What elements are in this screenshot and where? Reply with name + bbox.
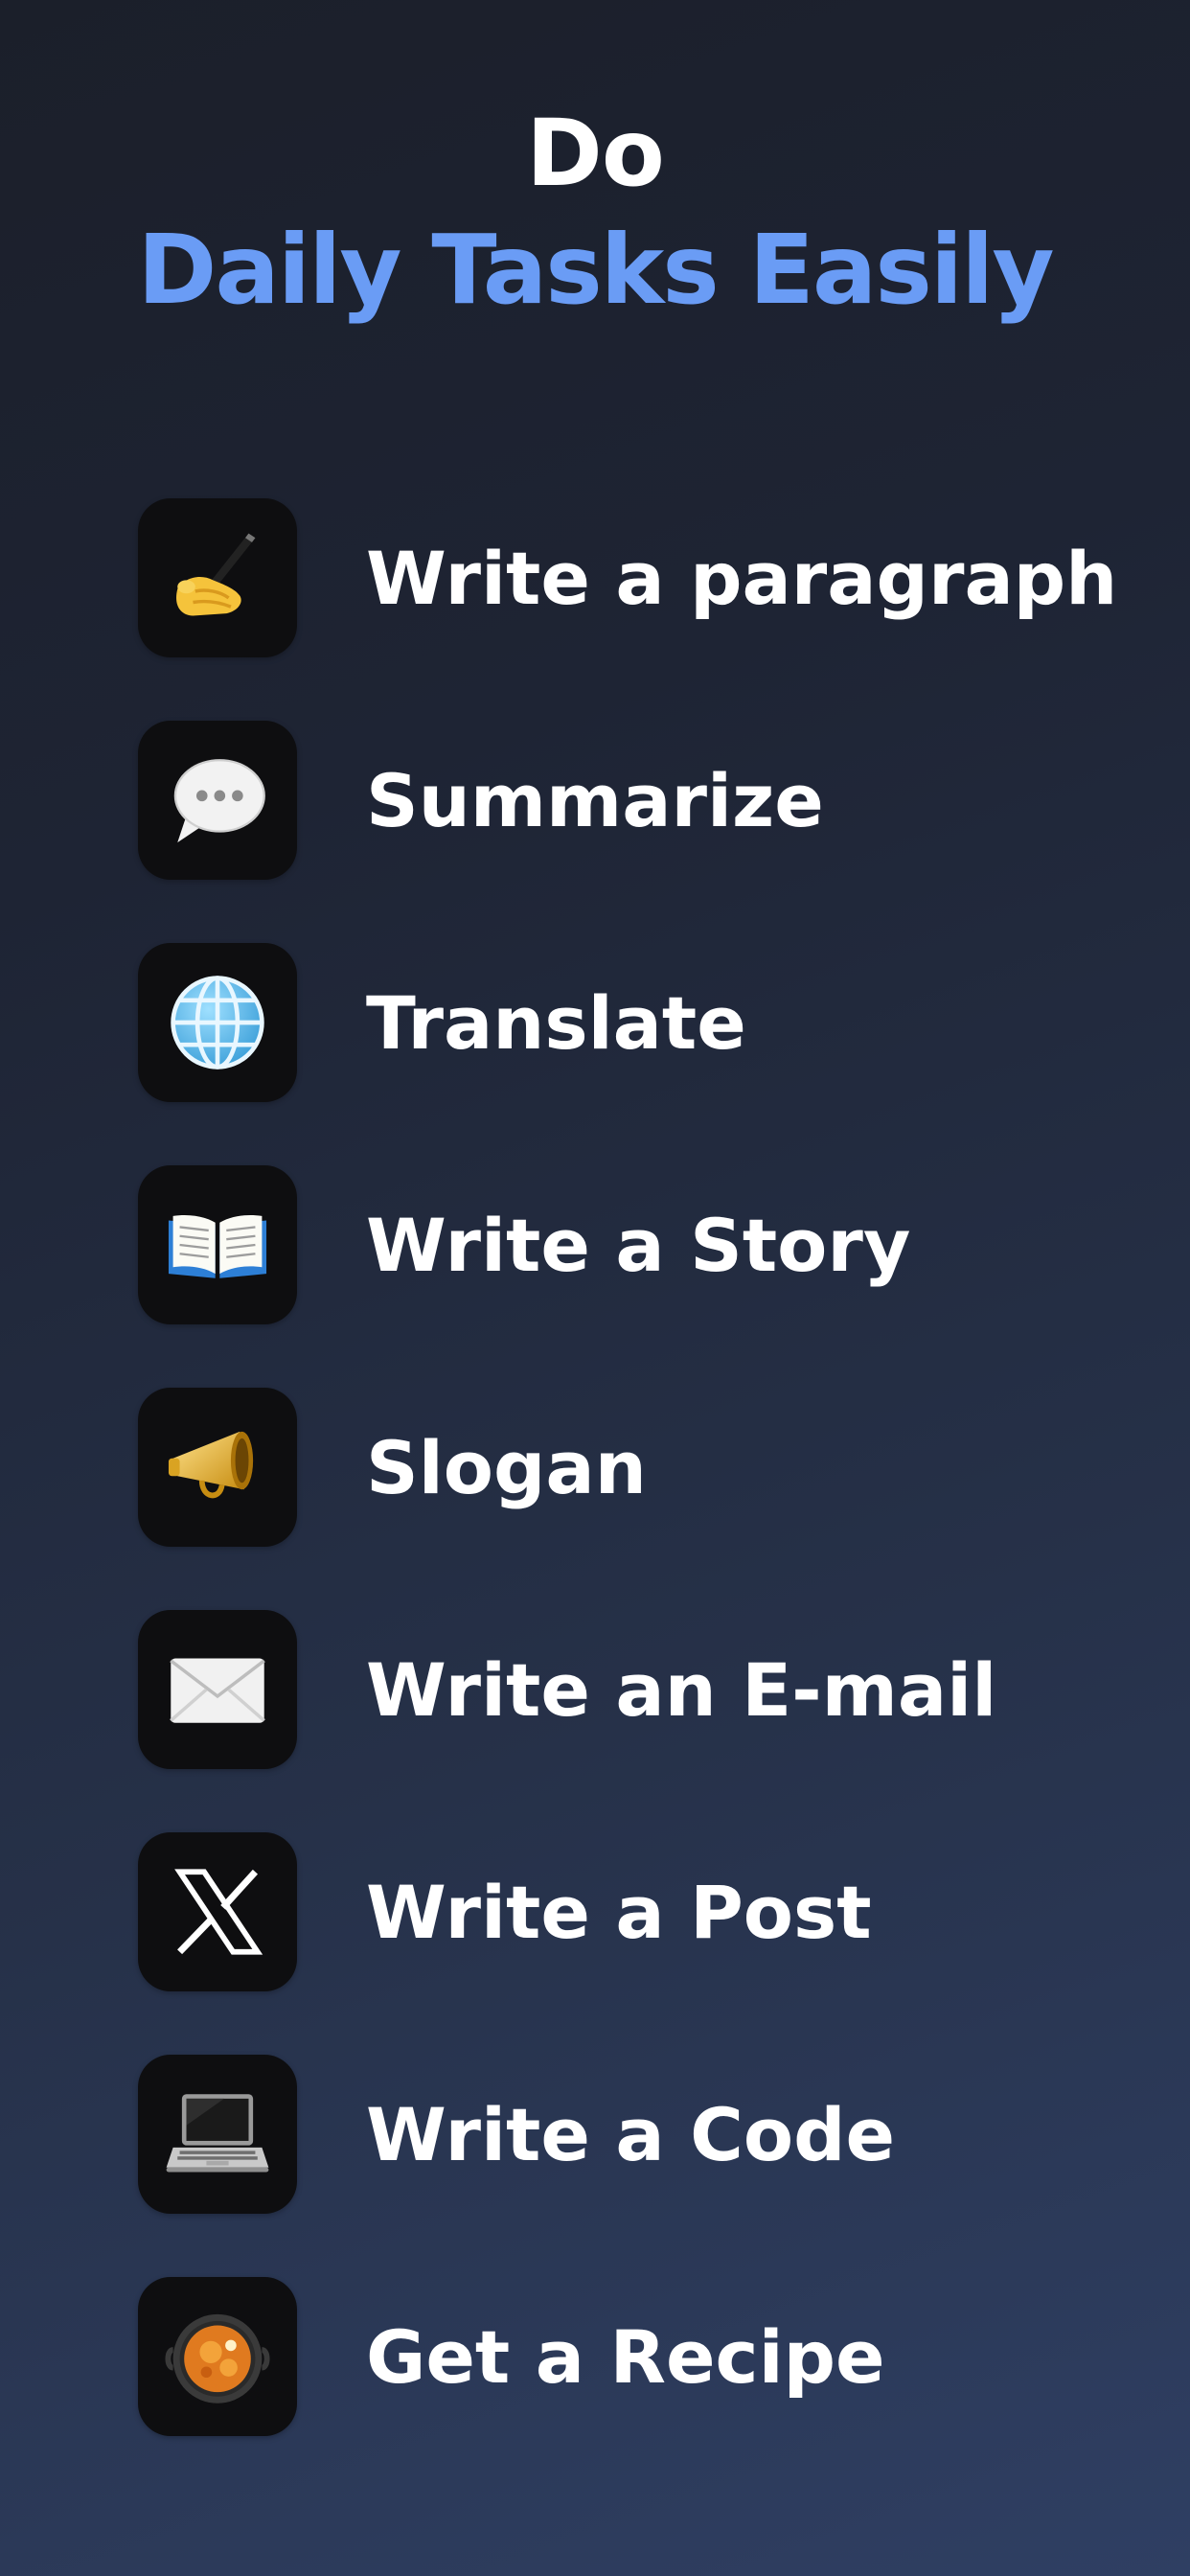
task-translate[interactable]: Translate	[138, 943, 1096, 1102]
task-label: Summarize	[366, 757, 824, 843]
task-write-code[interactable]: Write a Code	[138, 2055, 1096, 2214]
title-line-2: Daily Tasks Easily	[137, 214, 1054, 326]
task-label: Slogan	[366, 1424, 647, 1510]
megaphone-icon	[138, 1388, 297, 1547]
task-label: Write a paragraph	[366, 535, 1118, 621]
task-list: Write a paragraph Summarize Translate Wr…	[138, 498, 1117, 2499]
task-get-recipe[interactable]: Get a Recipe	[138, 2277, 1096, 2436]
open-book-icon	[138, 1165, 297, 1324]
speech-bubble-icon	[138, 721, 297, 880]
task-label: Write a Story	[366, 1202, 911, 1288]
header: Do Daily Tasks Easily	[0, 96, 1190, 330]
task-label: Write a Code	[366, 2091, 896, 2177]
task-label: Write a Post	[366, 1869, 872, 1955]
task-label: Get a Recipe	[366, 2313, 885, 2400]
task-slogan[interactable]: Slogan	[138, 1388, 1096, 1547]
task-label: Write an E-mail	[366, 1646, 997, 1733]
laptop-icon	[138, 2055, 297, 2214]
task-label: Translate	[366, 979, 746, 1066]
cooking-pan-icon	[138, 2277, 297, 2436]
task-summarize[interactable]: Summarize	[138, 721, 1096, 880]
title-line-1: Do	[526, 100, 665, 207]
task-write-story[interactable]: Write a Story	[138, 1165, 1096, 1324]
x-logo-icon	[138, 1832, 297, 1991]
writing-hand-icon	[138, 498, 297, 657]
task-write-post[interactable]: Write a Post	[138, 1832, 1096, 1991]
envelope-icon	[138, 1610, 297, 1769]
globe-icon	[138, 943, 297, 1102]
task-write-email[interactable]: Write an E-mail	[138, 1610, 1096, 1769]
task-write-paragraph[interactable]: Write a paragraph	[138, 498, 1117, 657]
